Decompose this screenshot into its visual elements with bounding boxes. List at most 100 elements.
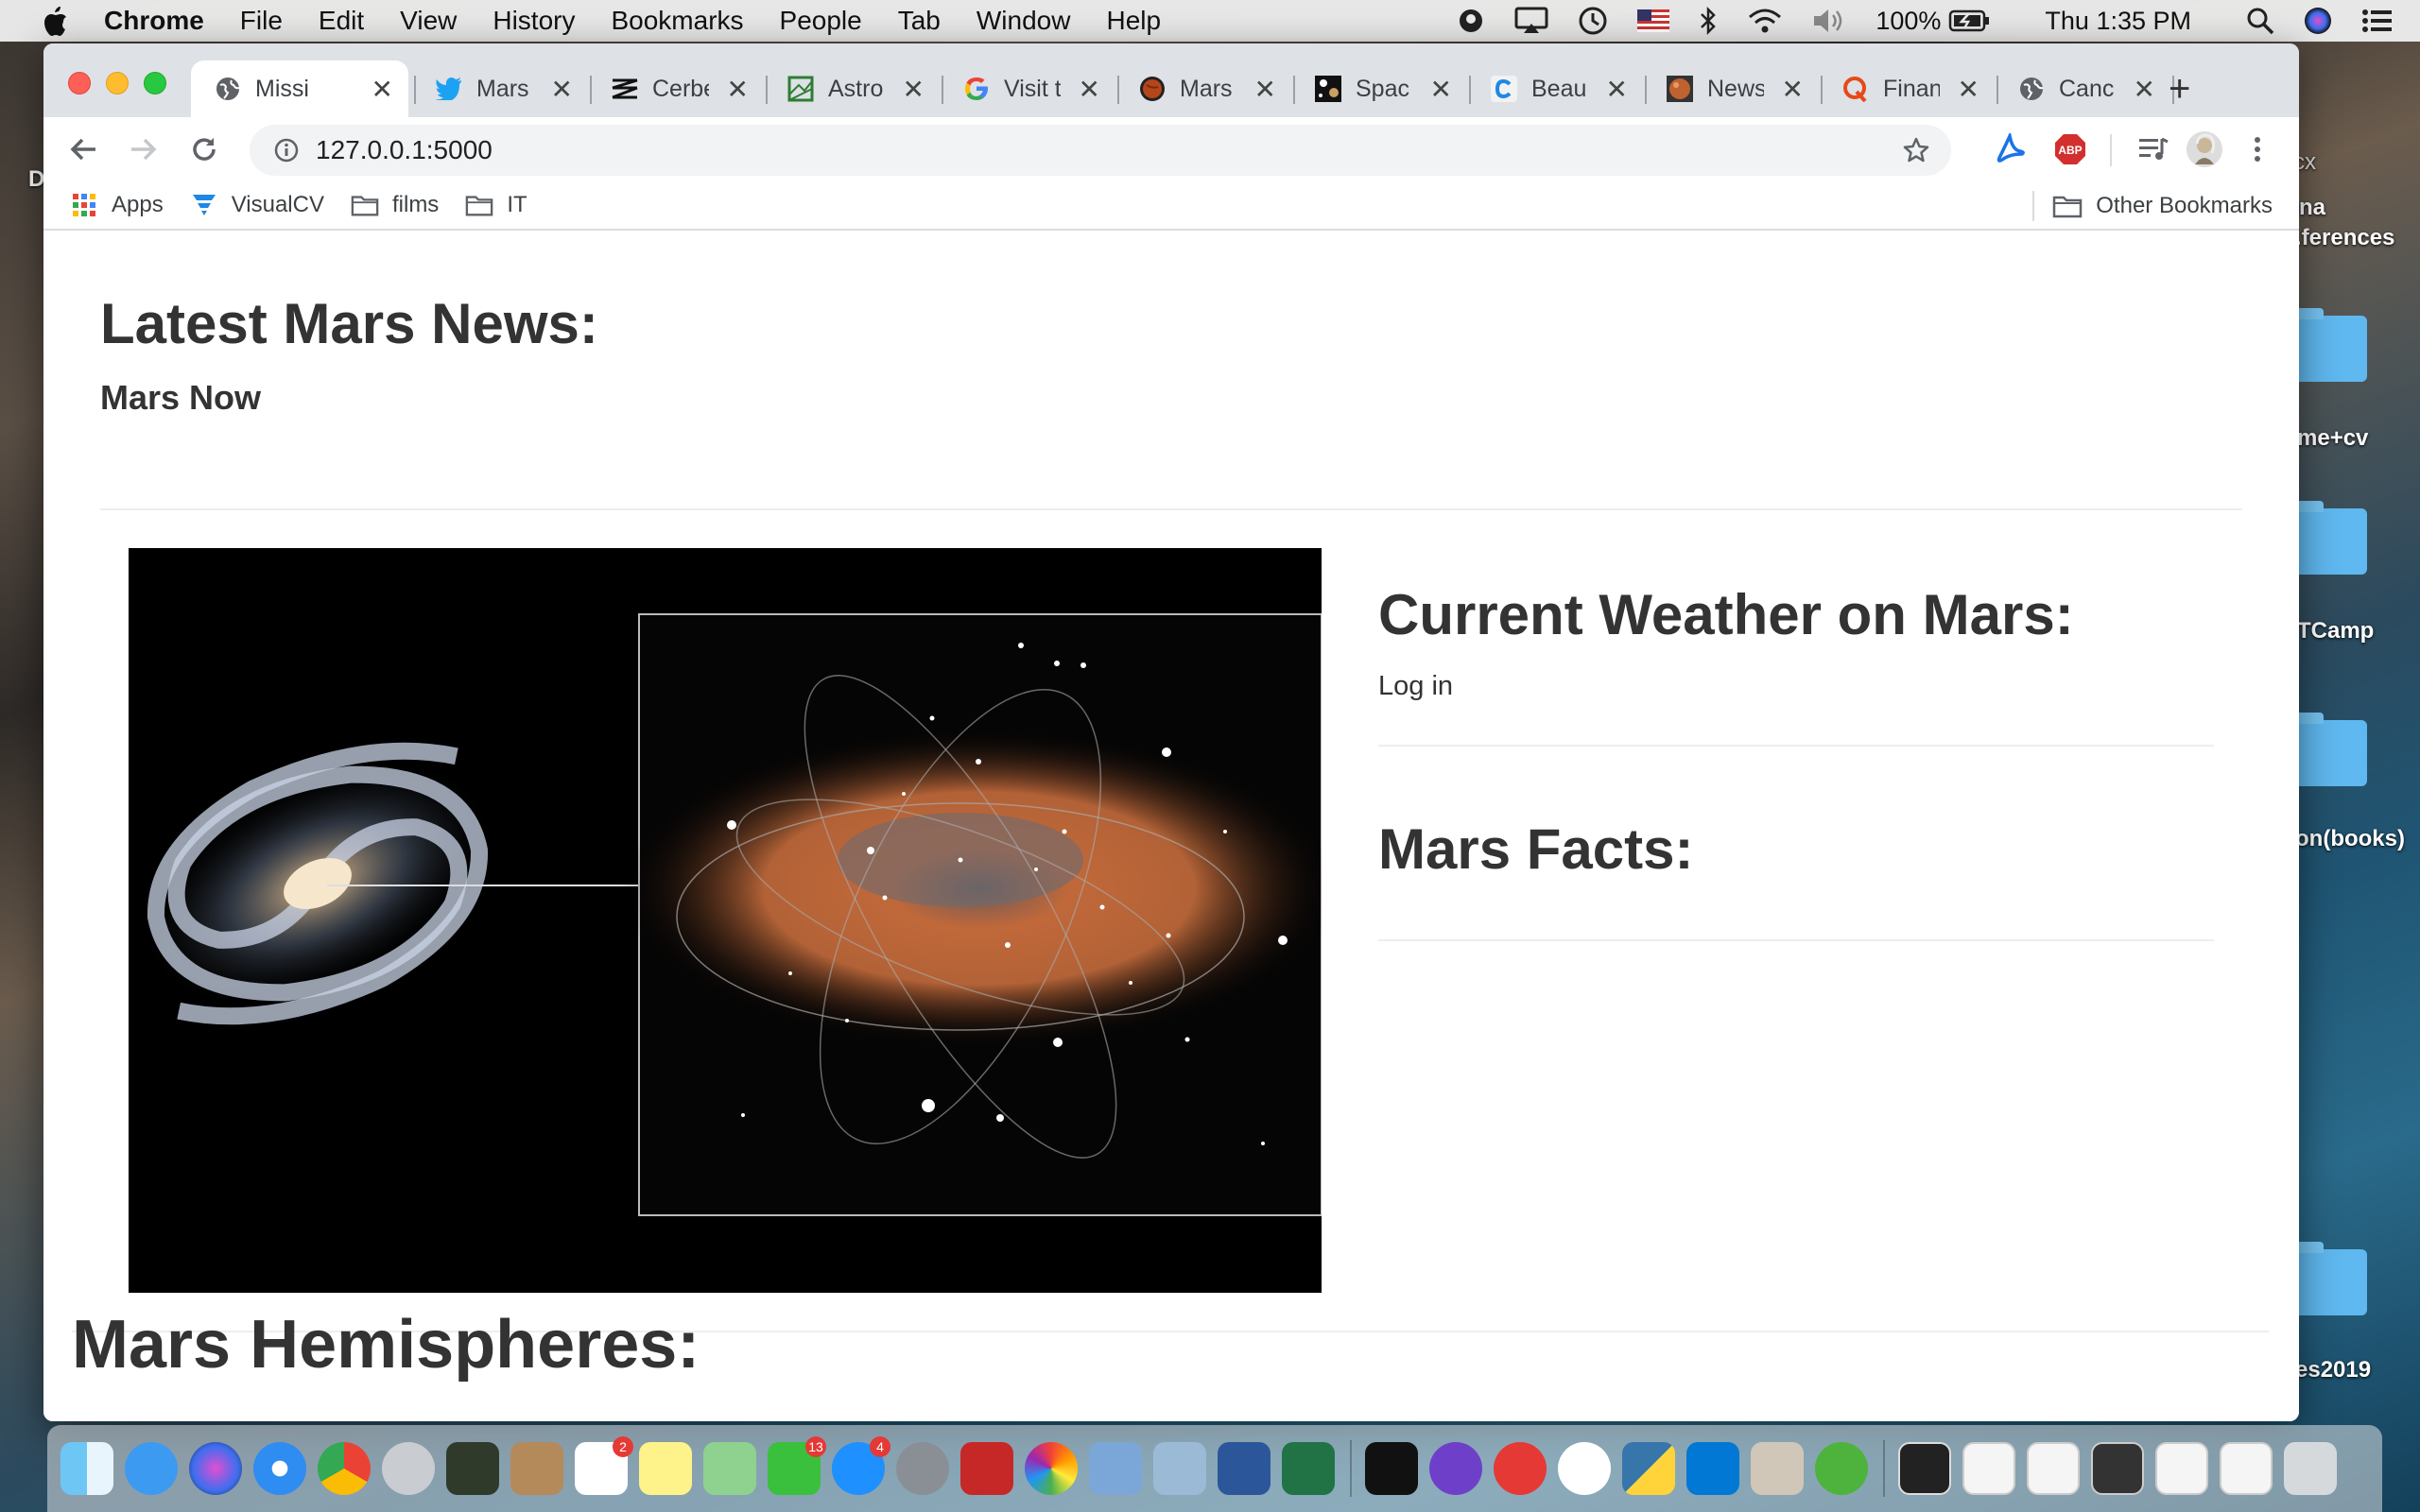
bookmark-star-icon[interactable]: [1902, 136, 1930, 169]
back-button[interactable]: [66, 132, 100, 166]
reminders-icon[interactable]: 2: [575, 1436, 633, 1495]
photos-icon[interactable]: [1025, 1442, 1078, 1495]
safari-icon[interactable]: [253, 1442, 306, 1495]
bluetooth-icon[interactable]: [1698, 6, 1719, 36]
media-controls-icon[interactable]: [2135, 130, 2172, 168]
menu-people[interactable]: People: [780, 6, 862, 36]
maps-icon[interactable]: [703, 1442, 756, 1495]
todoist-icon[interactable]: [1494, 1442, 1547, 1495]
menu-file[interactable]: File: [240, 6, 283, 36]
tab-astro[interactable]: Astro ✕: [764, 60, 940, 117]
tab-cancel[interactable]: Canc ✕: [1995, 60, 2170, 117]
tab-space[interactable]: Spac ✕: [1291, 60, 1467, 117]
github-desktop-icon[interactable]: [1429, 1442, 1482, 1495]
vscode-icon[interactable]: [1686, 1442, 1739, 1495]
menu-edit[interactable]: Edit: [319, 6, 364, 36]
facetime-icon[interactable]: 13: [768, 1436, 826, 1495]
bookmark-folder-films[interactable]: films: [351, 192, 439, 218]
zoom-window-button[interactable]: [144, 72, 166, 94]
word-icon[interactable]: [1218, 1442, 1270, 1495]
reload-button[interactable]: [187, 132, 221, 166]
menu-clock[interactable]: Thu 1:35 PM: [2045, 7, 2191, 36]
notification-center-icon[interactable]: [2361, 8, 2394, 34]
minimized-window-icon[interactable]: [2155, 1442, 2208, 1495]
minimize-window-button[interactable]: [106, 72, 129, 94]
time-machine-icon[interactable]: [1577, 5, 1609, 37]
tab-mission[interactable]: Missi ✕: [191, 60, 408, 117]
notes-icon[interactable]: [639, 1442, 692, 1495]
terminal-icon[interactable]: [1365, 1442, 1418, 1495]
mail-icon[interactable]: [1153, 1442, 1206, 1495]
featured-image[interactable]: [129, 548, 1322, 1293]
mongodb-icon[interactable]: [1815, 1442, 1868, 1495]
bookmark-apps[interactable]: Apps: [70, 192, 164, 218]
browser-menu-icon[interactable]: [2238, 130, 2276, 168]
url-input[interactable]: [316, 135, 1828, 165]
tab-cerberus[interactable]: Cerbe ✕: [588, 60, 764, 117]
minimized-window-icon[interactable]: [1898, 1442, 1951, 1495]
menu-bookmarks[interactable]: Bookmarks: [611, 6, 743, 36]
address-bar[interactable]: [250, 125, 1951, 176]
close-tab-icon[interactable]: ✕: [2134, 74, 2155, 105]
battery-icon[interactable]: [1948, 9, 1990, 32]
python-icon[interactable]: [1622, 1442, 1675, 1495]
tab-finance[interactable]: Finan ✕: [1819, 60, 1995, 117]
close-tab-icon[interactable]: ✕: [1430, 74, 1452, 105]
acrobat-extension-icon[interactable]: [1991, 130, 2029, 168]
system-preferences-icon[interactable]: [896, 1442, 949, 1495]
airplay-icon[interactable]: [1514, 7, 1548, 35]
minimized-window-icon[interactable]: [1962, 1442, 2015, 1495]
siri-icon[interactable]: [2303, 6, 2333, 36]
menu-help[interactable]: Help: [1106, 6, 1161, 36]
photo-app-icon[interactable]: [960, 1442, 1013, 1495]
close-window-button[interactable]: [68, 72, 91, 94]
tab-google[interactable]: Visit t ✕: [940, 60, 1115, 117]
profile-avatar-icon[interactable]: [2186, 130, 2223, 168]
close-tab-icon[interactable]: ✕: [372, 74, 393, 105]
spotlight-icon[interactable]: [2246, 7, 2274, 35]
tab-mars[interactable]: Mars ✕: [1115, 60, 1291, 117]
launchpad-icon[interactable]: [382, 1442, 435, 1495]
minimized-window-icon[interactable]: [2220, 1442, 2273, 1495]
feather-icon[interactable]: [1751, 1442, 1804, 1495]
volume-icon[interactable]: [1811, 7, 1847, 35]
close-tab-icon[interactable]: ✕: [1606, 74, 1628, 105]
excel-icon[interactable]: [1282, 1442, 1335, 1495]
menu-history[interactable]: History: [493, 6, 575, 36]
new-tab-button[interactable]: +: [2169, 68, 2190, 111]
photo-booth-icon[interactable]: [446, 1442, 499, 1495]
bookmark-visualcv[interactable]: VisualCV: [190, 192, 324, 218]
finder-icon[interactable]: [60, 1442, 113, 1495]
bookmark-folder-it[interactable]: IT: [465, 192, 527, 218]
minimized-window-icon[interactable]: [2091, 1442, 2144, 1495]
site-info-icon[interactable]: [272, 136, 301, 164]
menu-window[interactable]: Window: [977, 6, 1071, 36]
close-tab-icon[interactable]: ✕: [1079, 74, 1100, 105]
app-store-icon[interactable]: 4: [832, 1436, 890, 1495]
slack-icon[interactable]: [1558, 1442, 1611, 1495]
tab-mars-twitter[interactable]: Mars ✕: [412, 60, 588, 117]
desktop-folder-icon[interactable]: [2291, 501, 2367, 575]
siri-dock-icon[interactable]: [189, 1442, 242, 1495]
menu-tab[interactable]: Tab: [898, 6, 941, 36]
close-tab-icon[interactable]: ✕: [1782, 74, 1804, 105]
forward-button[interactable]: [127, 132, 161, 166]
close-tab-icon[interactable]: ✕: [727, 74, 749, 105]
desktop-folder-icon[interactable]: [2291, 1242, 2367, 1315]
menu-view[interactable]: View: [400, 6, 457, 36]
contacts-icon[interactable]: [510, 1442, 563, 1495]
chrome-icon[interactable]: [318, 1442, 371, 1495]
close-tab-icon[interactable]: ✕: [551, 74, 573, 105]
messages-bubble-icon[interactable]: [125, 1442, 178, 1495]
close-tab-icon[interactable]: ✕: [903, 74, 925, 105]
apple-icon[interactable]: [38, 4, 72, 38]
menu-app-name[interactable]: Chrome: [104, 6, 204, 36]
news-subtitle[interactable]: Mars Now: [100, 378, 261, 418]
tab-beau[interactable]: Beau ✕: [1467, 60, 1643, 117]
close-tab-icon[interactable]: ✕: [1254, 74, 1276, 105]
tab-news[interactable]: News ✕: [1643, 60, 1819, 117]
close-tab-icon[interactable]: ✕: [1958, 74, 1979, 105]
wifi-icon[interactable]: [1747, 7, 1783, 35]
minimized-window-icon[interactable]: [2027, 1442, 2080, 1495]
preview-icon[interactable]: [1089, 1442, 1142, 1495]
